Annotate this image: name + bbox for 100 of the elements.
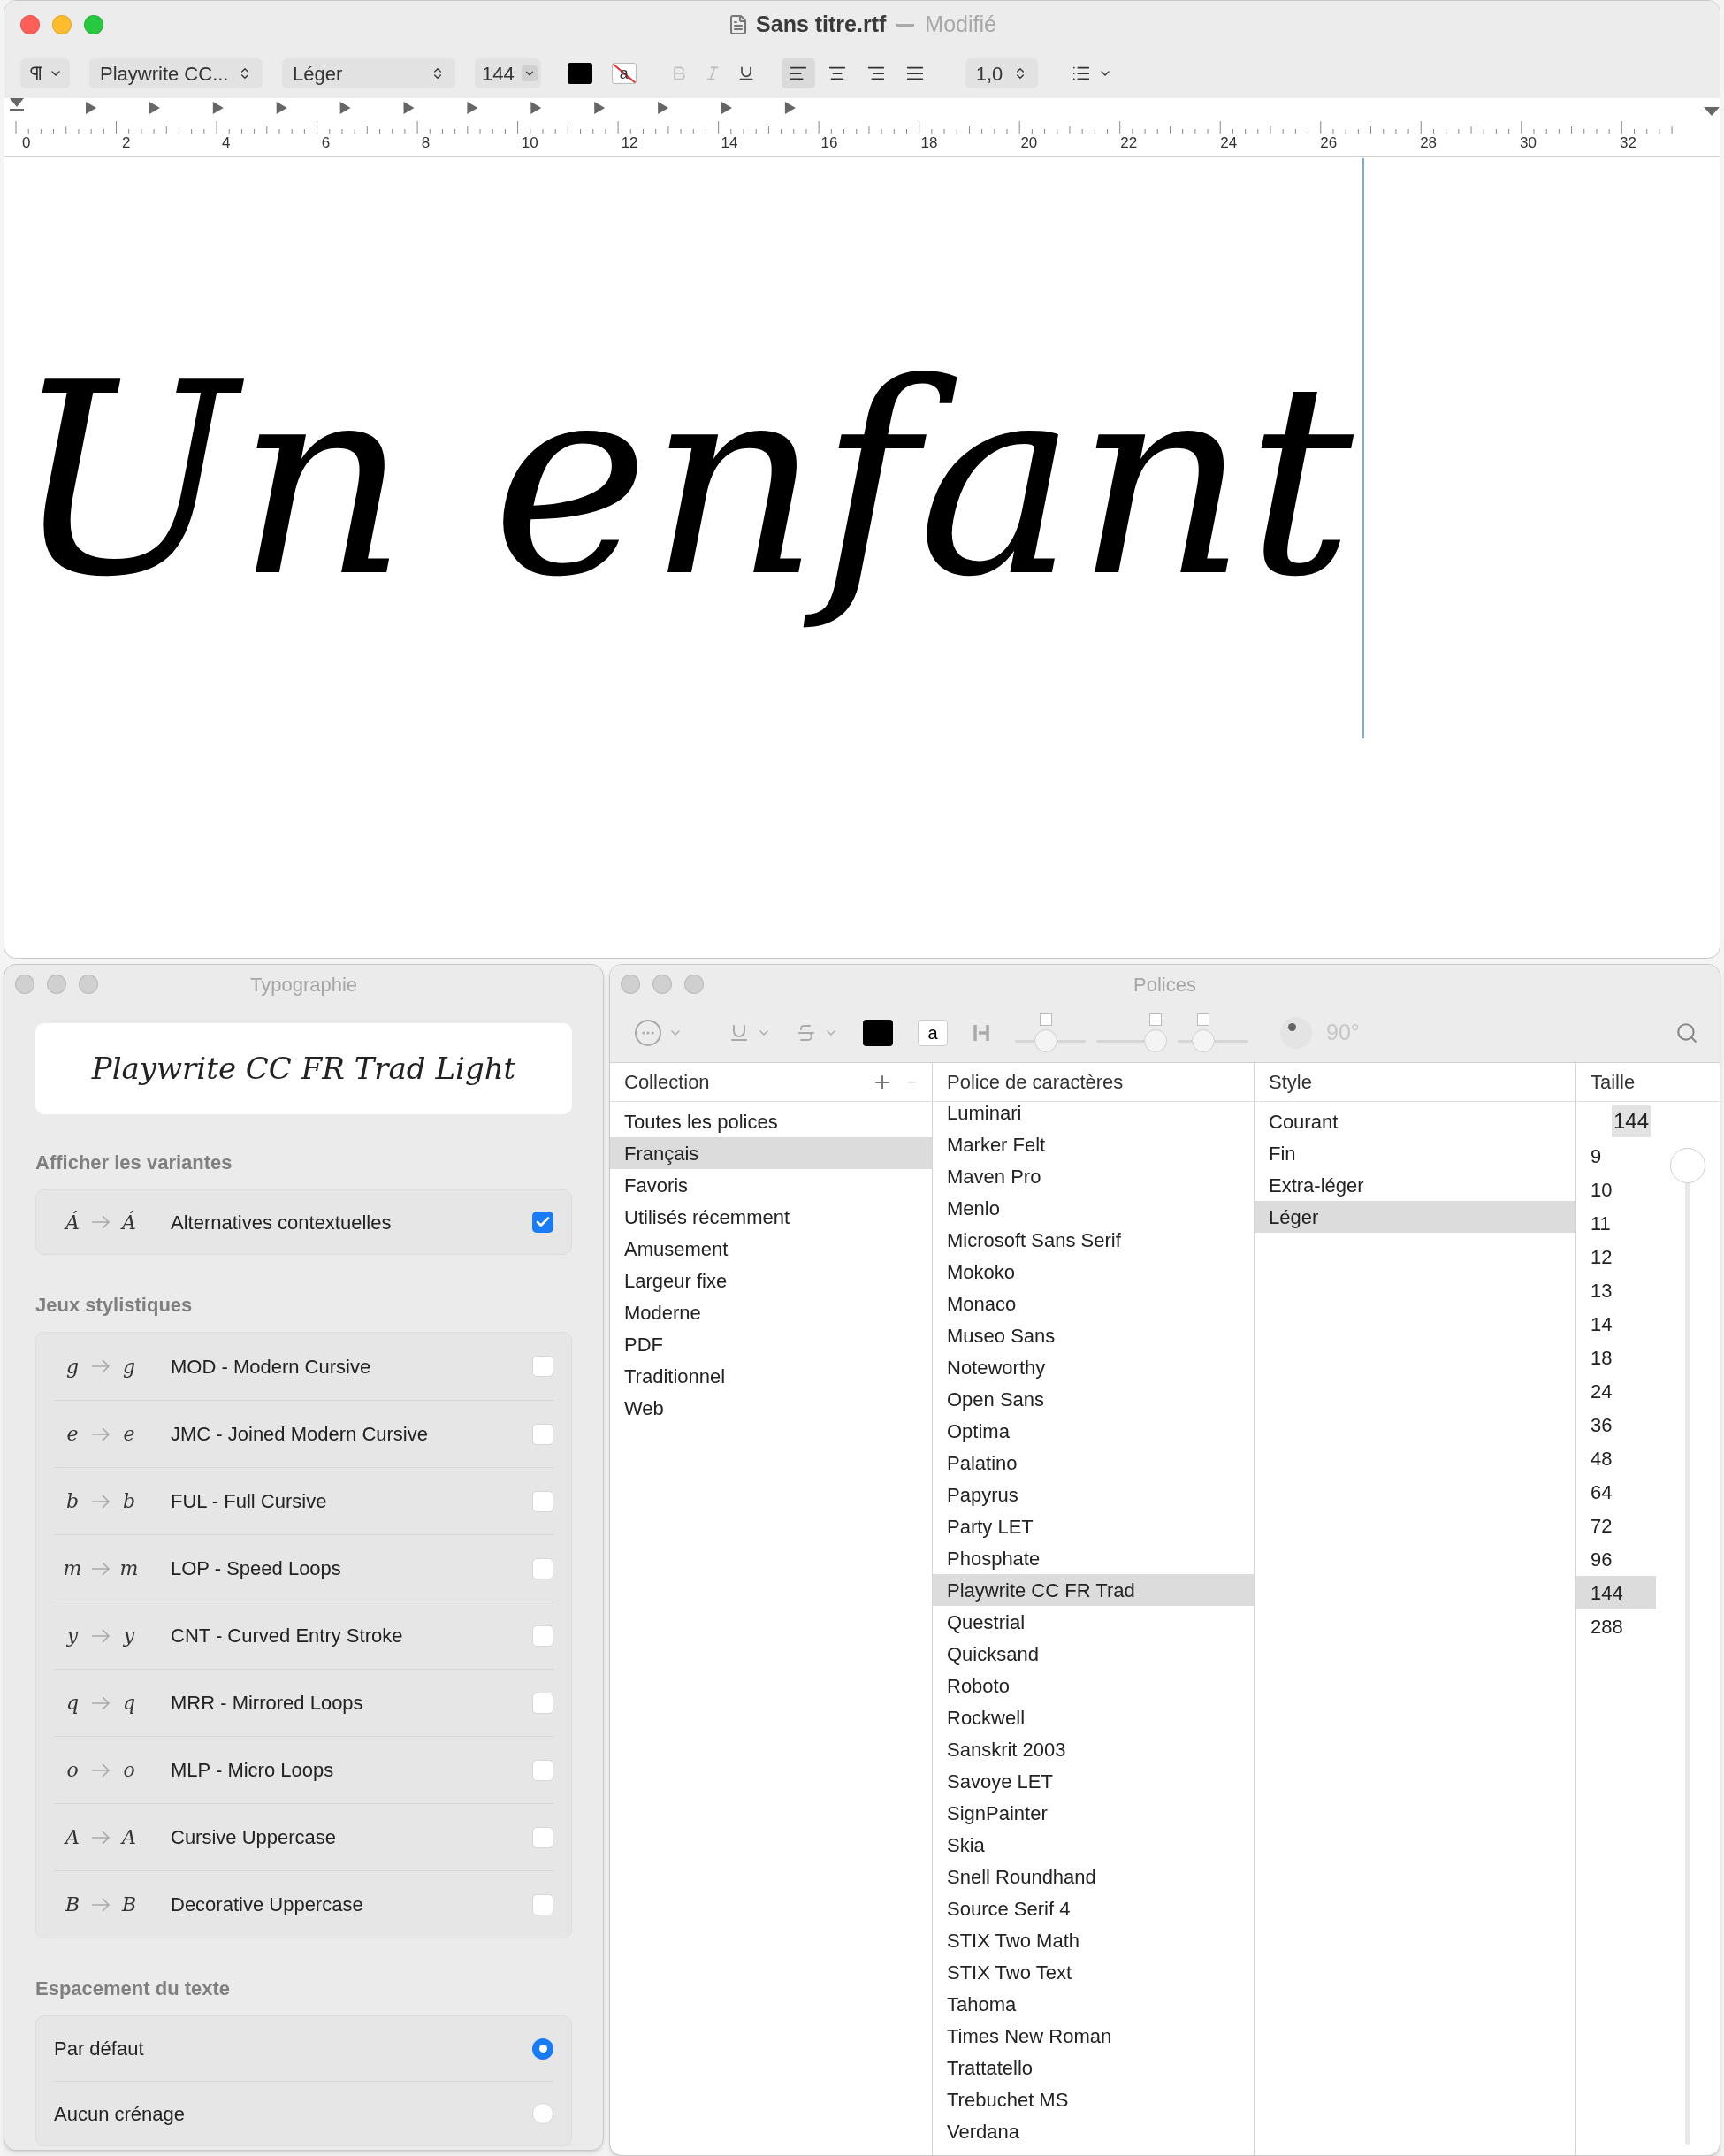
size-item[interactable]: 36 [1576,1408,1656,1441]
font-item[interactable]: STIX Two Text [933,1956,1254,1988]
size-item[interactable]: 24 [1576,1374,1656,1408]
checkbox[interactable] [532,1826,553,1848]
align-button[interactable] [781,58,815,88]
font-item[interactable]: Marker Felt [933,1128,1254,1160]
text-color-swatch[interactable] [567,63,592,84]
collection-item[interactable]: Traditionnel [610,1360,932,1392]
window-control-icon[interactable] [621,975,640,994]
size-combo-box[interactable]: 144 [475,58,541,88]
style-item[interactable]: Extra-léger [1255,1169,1575,1201]
font-item[interactable]: Tahoma [933,1988,1254,2020]
size-item[interactable]: 10 [1576,1173,1656,1206]
font-item[interactable]: Times New Roman [933,2020,1254,2052]
font-item[interactable]: Questrial [933,1606,1254,1638]
checkbox[interactable] [532,1692,553,1714]
window-control-icon[interactable] [684,975,704,994]
slider-thumb[interactable] [1034,1029,1057,1052]
size-item[interactable]: 64 [1576,1475,1656,1509]
size-slider[interactable] [1669,1148,1706,2145]
checkbox[interactable] [532,1893,553,1915]
font-item[interactable]: Open Sans [933,1383,1254,1415]
style-item[interactable]: Courant [1255,1105,1575,1137]
size-item[interactable]: 13 [1576,1273,1656,1307]
collection-item[interactable]: Français [610,1137,932,1169]
size-item[interactable]: 144 [1576,1576,1656,1609]
checkbox[interactable] [532,1212,553,1233]
font-item[interactable]: Verdana [933,2115,1254,2147]
font-item[interactable]: SignPainter [933,1797,1254,1829]
size-item[interactable]: 288 [1576,1609,1656,1643]
window-control-icon[interactable] [52,15,72,34]
size-item[interactable]: 12 [1576,1240,1656,1273]
font-item[interactable]: Museo Sans [933,1319,1254,1351]
slider-thumb[interactable] [1670,1148,1705,1183]
checkbox[interactable] [532,1423,553,1445]
size-item[interactable]: 14 [1576,1307,1656,1341]
font-item[interactable]: Roboto [933,1670,1254,1701]
font-item[interactable]: Skia [933,1829,1254,1861]
font-item[interactable]: Trattatello [933,2052,1254,2083]
checkbox[interactable] [532,1625,553,1647]
collection-item[interactable]: Favoris [610,1169,932,1201]
font-item[interactable]: Source Serif 4 [933,1892,1254,1924]
font-item[interactable]: Mokoko [933,1256,1254,1288]
window-control-icon[interactable] [47,975,66,994]
collection-item[interactable]: Amusement [610,1233,932,1265]
slider[interactable] [1015,1029,1086,1052]
size-item[interactable]: 11 [1576,1206,1656,1240]
size-item[interactable]: 48 [1576,1441,1656,1475]
size-item[interactable]: 96 [1576,1542,1656,1576]
font-item[interactable]: Snell Roundhand [933,1861,1254,1892]
search-icon[interactable] [1675,1021,1698,1044]
collection-item[interactable]: Largeur fixe [610,1265,932,1296]
document-text[interactable]: Un enfant [4,309,1389,654]
collection-item[interactable]: Utilisés récemment [610,1201,932,1233]
radio-button[interactable] [532,2037,553,2060]
window-control-icon[interactable] [79,975,98,994]
font-item[interactable]: Palatino [933,1447,1254,1479]
font-item[interactable]: Trebuchet MS [933,2083,1254,2115]
font-item[interactable]: STIX Two Math [933,1924,1254,1956]
font-item[interactable]: Microsoft Sans Serif [933,1224,1254,1256]
paragraph-style-button[interactable] [20,58,70,88]
size-item[interactable]: 72 [1576,1509,1656,1542]
slider[interactable] [1096,1029,1167,1052]
collection-item[interactable]: Moderne [610,1296,932,1328]
size-item[interactable]: 18 [1576,1341,1656,1374]
checkbox[interactable] [532,1759,553,1781]
slider-thumb[interactable] [1144,1029,1167,1052]
angle-dial[interactable] [1280,1017,1312,1049]
font-item[interactable]: Papyrus [933,1479,1254,1510]
window-control-icon[interactable] [652,975,672,994]
checkbox[interactable] [532,1557,553,1579]
line-spacing-dropdown[interactable]: 1,0 [965,58,1039,88]
font-item[interactable]: Savoye LET [933,1765,1254,1797]
font-item[interactable]: Noteworthy [933,1351,1254,1383]
font-item[interactable]: Quicksand [933,1638,1254,1670]
slider[interactable] [1178,1029,1248,1052]
checkbox[interactable] [532,1356,553,1377]
radio-button[interactable] [532,2103,553,2124]
slider-thumb[interactable] [1192,1029,1216,1052]
font-item[interactable]: Rockwell [933,1701,1254,1733]
font-item[interactable]: Phosphate [933,1542,1254,1574]
style-item[interactable]: Léger [1255,1201,1575,1233]
checkbox[interactable] [532,1490,553,1512]
font-item[interactable]: Playwrite CC FR Trad [933,1574,1254,1606]
window-control-icon[interactable] [15,975,34,994]
collection-item[interactable]: PDF [610,1328,932,1360]
font-item[interactable]: Luminari [933,1102,1254,1128]
font-item[interactable]: Monaco [933,1288,1254,1319]
size-item[interactable]: 9 [1576,1139,1656,1173]
style-item[interactable]: Fin [1255,1137,1575,1169]
font-item[interactable]: Sanskrit 2003 [933,1733,1254,1765]
document-color-swatch[interactable]: a [918,1020,948,1046]
font-item[interactable]: Maven Pro [933,1160,1254,1192]
window-control-icon[interactable] [20,15,40,34]
collection-item[interactable]: Toutes les polices [610,1105,932,1137]
window-control-icon[interactable] [84,15,103,34]
collection-item[interactable]: Web [610,1392,932,1424]
font-dropdown[interactable]: Playwrite CC... [89,58,263,88]
font-item[interactable]: Menlo [933,1192,1254,1224]
font-item[interactable]: Optima [933,1415,1254,1447]
